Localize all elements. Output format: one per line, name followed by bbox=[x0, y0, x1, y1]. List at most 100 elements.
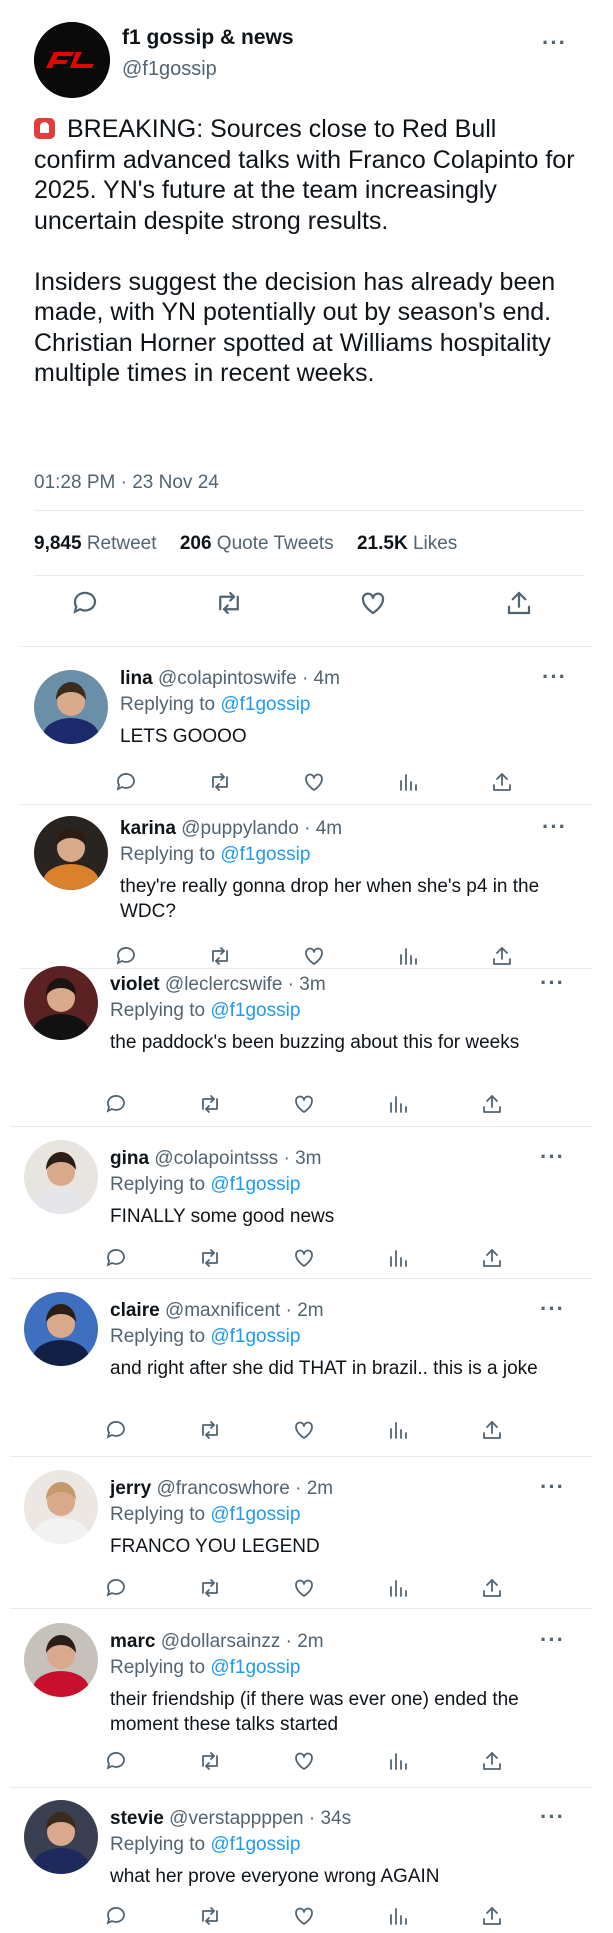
replying-to-link[interactable]: @f1gossip bbox=[210, 1000, 300, 1021]
reply-icon[interactable] bbox=[104, 1246, 128, 1270]
share-icon[interactable] bbox=[480, 1092, 504, 1116]
like-icon[interactable] bbox=[302, 944, 326, 968]
avatar[interactable] bbox=[24, 1292, 98, 1366]
more-options-icon[interactable]: ··· bbox=[540, 1627, 565, 1653]
reply-author-handle[interactable]: @leclercswife bbox=[165, 974, 282, 995]
reply-icon[interactable] bbox=[104, 1418, 128, 1442]
reply-time[interactable]: · 2m bbox=[286, 1300, 324, 1321]
reply-author-name[interactable]: stevie bbox=[110, 1808, 164, 1829]
retweet-icon[interactable] bbox=[198, 1418, 222, 1442]
reply-time[interactable]: · 3m bbox=[288, 974, 326, 995]
views-icon[interactable] bbox=[386, 1749, 410, 1773]
retweet-icon[interactable] bbox=[214, 588, 244, 618]
reply-time[interactable]: · 2m bbox=[295, 1478, 333, 1499]
reply-author-name[interactable]: karina bbox=[120, 818, 176, 839]
avatar[interactable] bbox=[34, 670, 108, 744]
like-icon[interactable] bbox=[292, 1246, 316, 1270]
replying-to-link[interactable]: @f1gossip bbox=[220, 694, 310, 715]
like-icon[interactable] bbox=[292, 1092, 316, 1116]
views-icon[interactable] bbox=[386, 1246, 410, 1270]
share-icon[interactable] bbox=[480, 1576, 504, 1600]
author-handle[interactable]: @f1gossip bbox=[122, 58, 217, 81]
more-options-icon[interactable]: ··· bbox=[540, 1804, 565, 1830]
avatar[interactable] bbox=[34, 816, 108, 890]
tweet-timestamp[interactable]: 01:28 PM · 23 Nov 24 bbox=[34, 472, 219, 494]
like-icon[interactable] bbox=[292, 1904, 316, 1928]
reply-author-name[interactable]: lina bbox=[120, 668, 153, 689]
reply-icon[interactable] bbox=[104, 1092, 128, 1116]
avatar[interactable] bbox=[24, 966, 98, 1040]
views-icon[interactable] bbox=[396, 770, 420, 794]
views-icon[interactable] bbox=[396, 944, 420, 968]
more-options-icon[interactable]: ··· bbox=[540, 1296, 565, 1322]
reply-author-handle[interactable]: @maxnificent bbox=[165, 1300, 280, 1321]
like-icon[interactable] bbox=[292, 1418, 316, 1442]
more-options-icon[interactable]: ··· bbox=[542, 30, 567, 56]
reply-author-handle[interactable]: @verstappppen bbox=[169, 1808, 303, 1829]
reply-time[interactable]: · 34s bbox=[309, 1808, 351, 1829]
retweet-icon[interactable] bbox=[198, 1246, 222, 1270]
replying-to-link[interactable]: @f1gossip bbox=[210, 1657, 300, 1678]
replying-to-link[interactable]: @f1gossip bbox=[210, 1326, 300, 1347]
like-icon[interactable] bbox=[358, 588, 388, 618]
views-icon[interactable] bbox=[386, 1576, 410, 1600]
like-icon[interactable] bbox=[292, 1749, 316, 1773]
like-icon[interactable] bbox=[302, 770, 326, 794]
reply-icon[interactable] bbox=[104, 1749, 128, 1773]
reply-author-handle[interactable]: @puppylando bbox=[181, 818, 299, 839]
views-icon[interactable] bbox=[386, 1904, 410, 1928]
retweet-icon[interactable] bbox=[198, 1904, 222, 1928]
replying-to-link[interactable]: @f1gossip bbox=[220, 844, 310, 865]
views-icon[interactable] bbox=[386, 1418, 410, 1442]
author-name[interactable]: f1 gossip & news bbox=[122, 26, 294, 50]
avatar[interactable] bbox=[24, 1470, 98, 1544]
share-icon[interactable] bbox=[504, 588, 534, 618]
retweet-icon[interactable] bbox=[208, 944, 232, 968]
views-icon[interactable] bbox=[386, 1092, 410, 1116]
like-icon[interactable] bbox=[292, 1576, 316, 1600]
reply-time[interactable]: · 2m bbox=[286, 1631, 324, 1652]
more-options-icon[interactable]: ··· bbox=[540, 1144, 565, 1170]
avatar[interactable] bbox=[24, 1140, 98, 1214]
share-icon[interactable] bbox=[480, 1246, 504, 1270]
reply-author-handle[interactable]: @francoswhore bbox=[156, 1478, 289, 1499]
more-options-icon[interactable]: ··· bbox=[542, 664, 567, 690]
reply-icon[interactable] bbox=[114, 770, 138, 794]
retweet-stat[interactable]: 9,845 Retweet bbox=[34, 533, 157, 554]
reply-icon[interactable] bbox=[114, 944, 138, 968]
reply-icon[interactable] bbox=[104, 1576, 128, 1600]
replying-to-link[interactable]: @f1gossip bbox=[210, 1174, 300, 1195]
reply-author-name[interactable]: violet bbox=[110, 974, 160, 995]
retweet-icon[interactable] bbox=[198, 1749, 222, 1773]
reply-time[interactable]: · 4m bbox=[304, 818, 342, 839]
reply-author-name[interactable]: jerry bbox=[110, 1478, 151, 1499]
reply-author-name[interactable]: claire bbox=[110, 1300, 160, 1321]
replying-to-link[interactable]: @f1gossip bbox=[210, 1504, 300, 1525]
share-icon[interactable] bbox=[480, 1904, 504, 1928]
reply-author-name[interactable]: marc bbox=[110, 1631, 155, 1652]
retweet-icon[interactable] bbox=[208, 770, 232, 794]
share-icon[interactable] bbox=[490, 944, 514, 968]
quote-tweets-stat[interactable]: 206 Quote Tweets bbox=[180, 533, 334, 554]
avatar[interactable] bbox=[24, 1800, 98, 1874]
reply-author-handle[interactable]: @dollarsainzz bbox=[161, 1631, 281, 1652]
reply-author-handle[interactable]: @colapointsss bbox=[154, 1148, 278, 1169]
avatar[interactable] bbox=[24, 1623, 98, 1697]
reply-time[interactable]: · 3m bbox=[283, 1148, 321, 1169]
more-options-icon[interactable]: ··· bbox=[542, 814, 567, 840]
reply-icon[interactable] bbox=[70, 588, 100, 618]
replying-to-link[interactable]: @f1gossip bbox=[210, 1834, 300, 1855]
share-icon[interactable] bbox=[480, 1749, 504, 1773]
reply-author-name[interactable]: gina bbox=[110, 1148, 149, 1169]
f1gossip-avatar[interactable] bbox=[34, 22, 110, 98]
share-icon[interactable] bbox=[480, 1418, 504, 1442]
retweet-icon[interactable] bbox=[198, 1092, 222, 1116]
likes-stat[interactable]: 21.5K Likes bbox=[357, 533, 457, 554]
more-options-icon[interactable]: ··· bbox=[540, 1474, 565, 1500]
reply-icon[interactable] bbox=[104, 1904, 128, 1928]
reply-time[interactable]: · 4m bbox=[302, 668, 340, 689]
more-options-icon[interactable]: ··· bbox=[540, 970, 565, 996]
reply-author-handle[interactable]: @colapintoswife bbox=[158, 668, 297, 689]
retweet-icon[interactable] bbox=[198, 1576, 222, 1600]
share-icon[interactable] bbox=[490, 770, 514, 794]
